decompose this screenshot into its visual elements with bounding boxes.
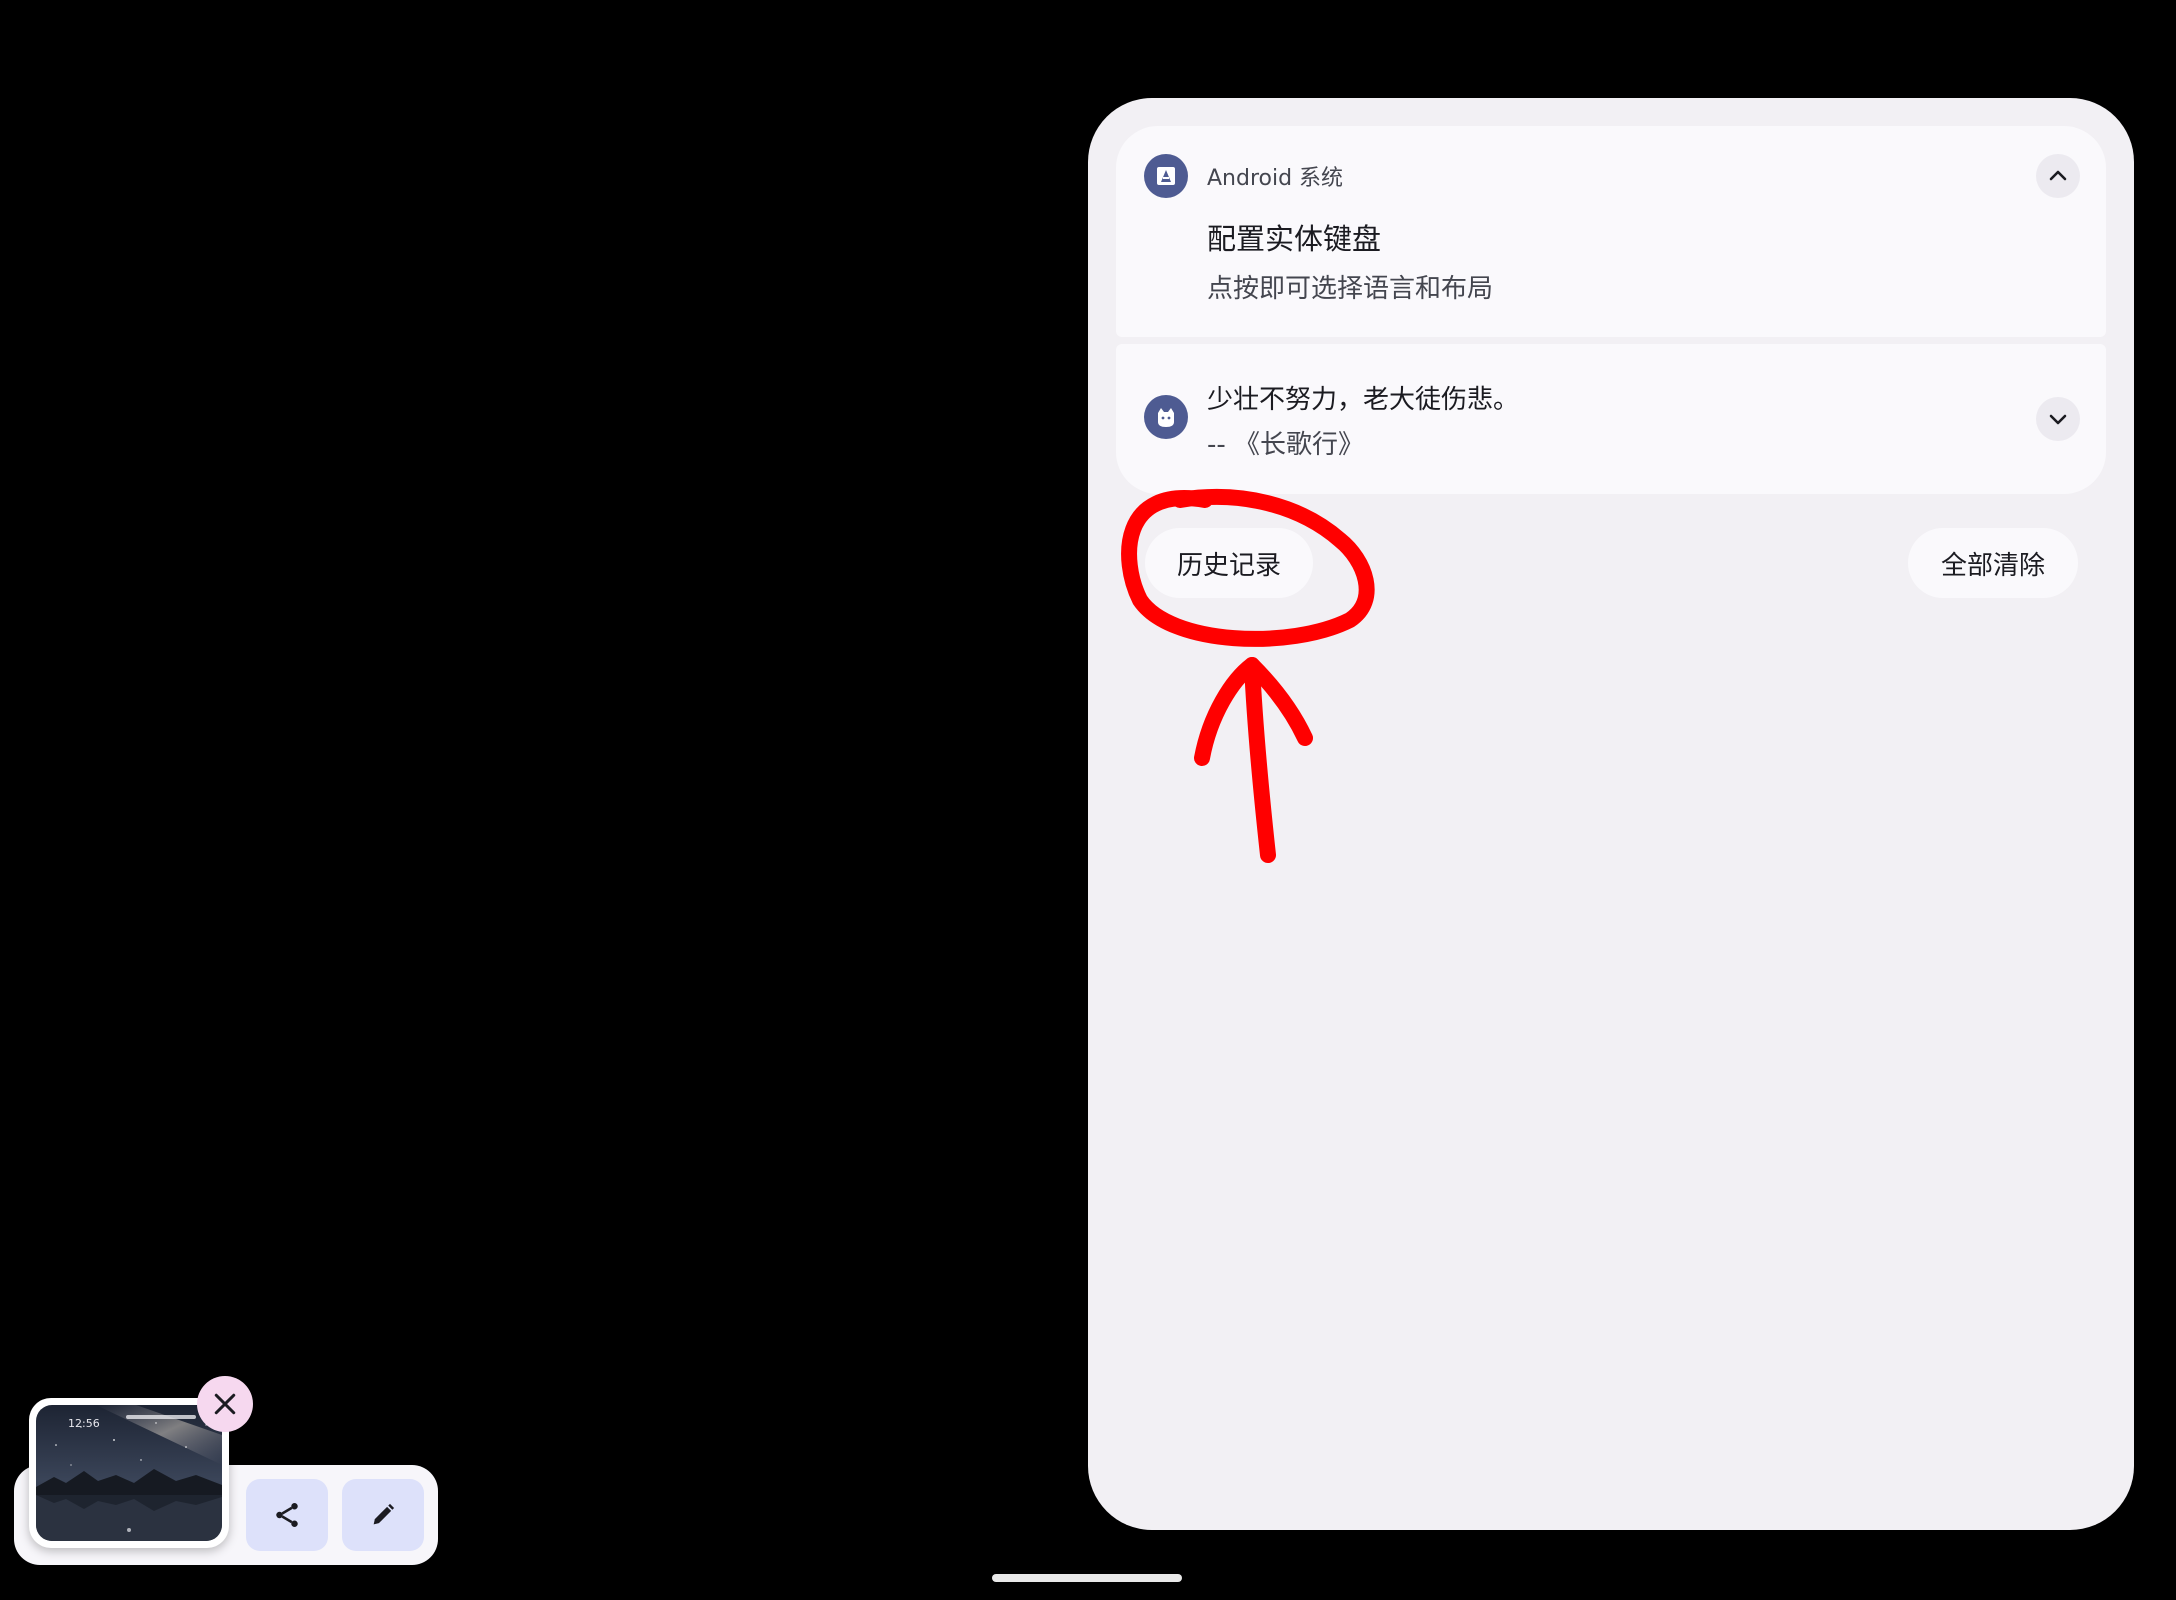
notification-title: 配置实体键盘 [1207,222,1382,256]
close-button[interactable] [197,1376,253,1432]
history-button[interactable]: 历史记录 [1145,528,1313,598]
home-indicator[interactable] [992,1574,1182,1582]
share-button[interactable] [246,1479,328,1551]
notification-app-name: Android 系统 [1207,166,1344,191]
notification-card-keyboard[interactable]: Android 系统 配置实体键盘 点按即可选择语言和布局 [1116,126,2106,337]
thumbnail-clock: 12:56 [68,1417,100,1430]
expand-button[interactable] [2036,397,2080,441]
chevron-down-icon [2049,414,2067,425]
share-icon [276,1503,298,1527]
notification-title: 少壮不努力，老大徒伤悲。 [1207,385,1520,415]
wallpaper-image [36,1405,222,1541]
close-icon [214,1393,236,1415]
collapse-button[interactable] [2036,154,2080,198]
edit-button[interactable] [342,1479,424,1551]
clear-all-button[interactable]: 全部清除 [1908,528,2078,598]
notification-text: 点按即可选择语言和布局 [1207,274,1494,304]
notification-card-quote[interactable]: 少壮不努力，老大徒伤悲。 -- 《长歌行》 [1116,344,2106,494]
pencil-icon [373,1503,395,1525]
notification-text: -- 《长歌行》 [1207,430,1365,460]
screenshot-thumbnail[interactable]: 12:56 [36,1405,222,1541]
chevron-up-icon [2049,170,2067,181]
cat-app-icon [1144,395,1188,439]
android-system-icon [1144,154,1188,198]
